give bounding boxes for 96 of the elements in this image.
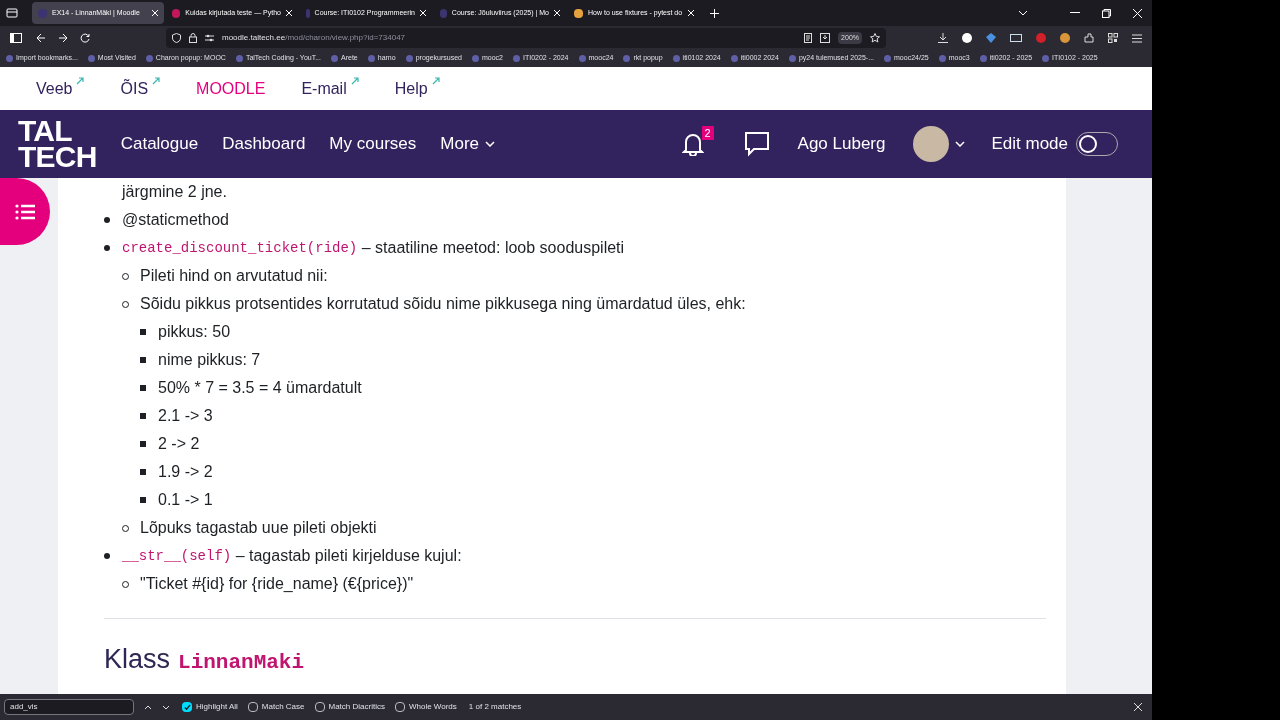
list-item-text: pikkus: 50 xyxy=(158,322,231,342)
bullet-icon xyxy=(140,329,146,335)
list-item-text: @staticmethod xyxy=(122,210,229,230)
match-count: 1 of 2 matches xyxy=(468,701,522,713)
bullet-icon xyxy=(140,413,146,419)
permissions-icon[interactable] xyxy=(205,34,214,42)
chat-icon[interactable] xyxy=(743,131,770,157)
nav-link[interactable]: More xyxy=(440,131,495,157)
heading-code: LinnanMaki xyxy=(178,650,305,676)
checkbox[interactable] xyxy=(314,702,325,712)
find-field[interactable]: add_vis xyxy=(4,699,134,715)
tab-list-icon[interactable] xyxy=(6,7,18,19)
external-link-icon xyxy=(431,76,440,85)
reload-icon[interactable] xyxy=(80,33,90,43)
qr-code-icon[interactable] xyxy=(1108,33,1118,43)
external-link-icon xyxy=(350,76,359,85)
site-link[interactable]: E-mail xyxy=(301,76,359,101)
bullet-icon xyxy=(104,245,110,251)
list-item-text: 1.9 -> 2 xyxy=(158,462,213,482)
download-icon[interactable] xyxy=(938,33,948,43)
site-link[interactable]: ÕIS xyxy=(120,76,161,101)
notification-count: 2 xyxy=(701,126,714,140)
find-option[interactable]: Match Case xyxy=(247,701,305,713)
extensions-icon[interactable] xyxy=(1084,33,1094,43)
bullet-icon xyxy=(140,385,146,391)
bullet-icon xyxy=(104,553,110,559)
chevron-down-icon[interactable] xyxy=(162,704,170,710)
inline-code: create_discount_ticket(ride) xyxy=(122,238,358,258)
bullet-icon xyxy=(140,357,146,363)
close-tab-icon[interactable] xyxy=(420,10,426,16)
taltech-logo[interactable]: TAL TECH xyxy=(18,118,97,170)
extension-icon[interactable] xyxy=(1060,33,1070,43)
section-heading: Klass xyxy=(104,643,171,676)
external-link-icon xyxy=(152,76,161,85)
close-tab-icon[interactable] xyxy=(286,10,292,16)
site-link[interactable]: Veeb xyxy=(36,76,85,101)
list-item-text: 0.1 -> 1 xyxy=(158,490,213,510)
user-name[interactable]: Ago Luberg xyxy=(797,131,886,157)
list-item-text: "Ticket #{id} for {ride_name} (€{price})" xyxy=(140,574,414,594)
extension-icon[interactable] xyxy=(962,33,972,43)
bullet-icon xyxy=(140,469,146,475)
close-tab-icon[interactable] xyxy=(688,10,694,16)
avatar[interactable] xyxy=(913,126,950,162)
list-item-text: 2.1 -> 3 xyxy=(158,406,213,426)
list-icon xyxy=(15,203,35,220)
list-item-text: Pileti hind on arvutatud nii: xyxy=(140,266,328,286)
favicon-icon xyxy=(306,8,310,18)
checkbox[interactable] xyxy=(247,702,258,712)
favicon-icon xyxy=(574,8,583,18)
inline-code: __str__(self) xyxy=(122,546,232,566)
shield-icon xyxy=(172,33,181,43)
nav-link[interactable]: My courses xyxy=(329,131,417,157)
extension-icon[interactable] xyxy=(1010,34,1022,42)
course-index-button[interactable] xyxy=(0,178,50,245)
edit-mode-label: Edit mode xyxy=(991,133,1068,156)
checkbox[interactable] xyxy=(394,702,405,712)
find-option[interactable]: Whole Words xyxy=(394,701,457,713)
download-page-icon[interactable] xyxy=(820,33,831,43)
new-tab-icon[interactable] xyxy=(710,8,719,18)
reader-view-icon[interactable] xyxy=(804,33,813,43)
back-icon[interactable] xyxy=(36,33,46,43)
list-item-text: – tagastab pileti kirjelduse kujul: xyxy=(234,546,462,566)
list-item-text: 2 -> 2 xyxy=(158,434,200,454)
find-option[interactable]: Highlight All xyxy=(182,701,238,713)
nav-link[interactable]: Dashboard xyxy=(222,131,306,157)
close-tab-icon[interactable] xyxy=(554,10,560,16)
sidebar-icon[interactable] xyxy=(10,33,22,43)
chevron-up-icon[interactable] xyxy=(144,704,152,710)
lock-icon xyxy=(189,33,197,43)
list-item-text: 50% * 7 = 3.5 = 4 ümardatult xyxy=(158,378,362,398)
list-item-text: Lõpuks tagastab uue pileti objekti xyxy=(140,518,377,538)
find-option[interactable]: Match Diacritics xyxy=(314,701,385,713)
favicon-icon xyxy=(38,8,47,18)
bullet-icon xyxy=(104,217,110,223)
bell-icon[interactable] xyxy=(681,132,704,156)
external-link-icon xyxy=(76,76,85,85)
favicon-icon xyxy=(440,8,447,18)
checkbox[interactable] xyxy=(182,702,192,712)
paragraph-text: järgmine 2 jne. xyxy=(120,182,228,202)
close-icon[interactable] xyxy=(1134,703,1142,711)
favicon-icon xyxy=(172,8,181,18)
list-item-text: nime pikkus: 7 xyxy=(158,350,261,370)
menu-icon[interactable] xyxy=(1132,33,1142,43)
list-item-text: Sõidu pikkus protsentides korrutatud sõidu nime pikkusega ning ümardatud üles, ehk: xyxy=(140,294,746,314)
bullet-icon xyxy=(140,497,146,503)
close-tab-icon[interactable] xyxy=(152,10,158,16)
star-icon[interactable] xyxy=(870,33,880,43)
nav-link[interactable]: Catalogue xyxy=(120,131,199,157)
restore-icon[interactable] xyxy=(1102,8,1111,18)
site-link[interactable]: Help xyxy=(394,76,440,101)
list-item-text: – staatiline meetod: loob sooduspileti xyxy=(360,238,625,258)
minimize-icon[interactable] xyxy=(1070,12,1080,14)
chevron-down-icon xyxy=(485,141,495,147)
forward-icon[interactable] xyxy=(58,33,68,43)
bullet-icon xyxy=(140,441,146,447)
url-text: moodle.taltech.ee/mod/charon/view.php?id=734047 xyxy=(222,32,406,44)
